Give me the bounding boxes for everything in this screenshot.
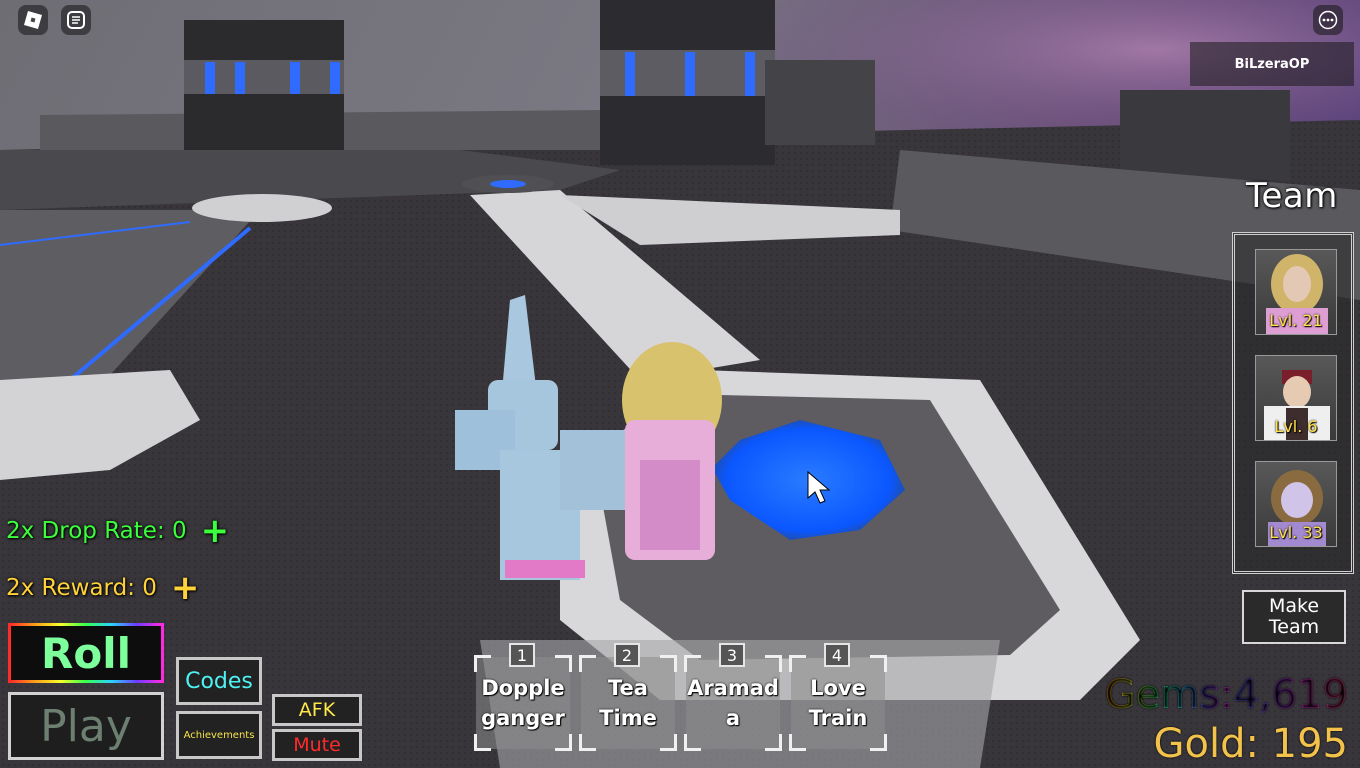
chat-button[interactable] <box>61 5 91 35</box>
reward-boost: 2x Reward: 0 + <box>6 571 200 605</box>
slot-corner <box>765 734 782 751</box>
hotbar-key: 4 <box>824 643 850 667</box>
hotbar-item-name: Aramad a <box>687 676 779 730</box>
roblox-logo-icon <box>24 11 42 29</box>
team-slot-1[interactable]: Lvl. 21 <box>1255 249 1337 335</box>
username-tag: BiLzeraOP <box>1190 42 1354 86</box>
make-team-button[interactable]: Make Team <box>1242 590 1346 644</box>
codes-button[interactable]: Codes <box>176 657 262 705</box>
drop-rate-boost: 2x Drop Rate: 0 + <box>6 514 230 548</box>
hotbar-slot-2[interactable]: 2 Tea Time <box>579 643 677 751</box>
add-drop-rate-button[interactable]: + <box>201 514 230 548</box>
slot-corner <box>555 655 572 672</box>
gold-counter: Gold: 195 <box>1153 721 1348 767</box>
slot-corner <box>684 655 701 672</box>
hotbar-key: 1 <box>509 643 535 667</box>
slot-corner <box>579 734 596 751</box>
slot-corner <box>660 734 677 751</box>
more-options-icon <box>1318 10 1338 30</box>
chat-icon <box>67 11 85 29</box>
slot-corner <box>765 655 782 672</box>
hotbar-key: 2 <box>614 643 640 667</box>
afk-button[interactable]: AFK <box>272 694 362 726</box>
slot-corner <box>474 734 491 751</box>
gems-value: 4,619 <box>1233 672 1348 718</box>
play-button[interactable]: Play <box>8 692 164 760</box>
roll-button[interactable]: Roll <box>8 623 164 683</box>
slot-corner <box>660 655 677 672</box>
team-slot-3[interactable]: Lvl. 33 <box>1255 461 1337 547</box>
team-panel: Lvl. 21 Lvl. 6 Lvl. 33 <box>1232 232 1354 574</box>
unit-level: Lvl. 21 <box>1269 311 1323 330</box>
gems-label: Gems: <box>1104 672 1234 718</box>
hotbar-item-name: Love Train <box>808 676 868 730</box>
hotbar-item-name: Tea Time <box>599 676 657 730</box>
mute-button[interactable]: Mute <box>272 729 362 761</box>
add-reward-button[interactable]: + <box>171 571 200 605</box>
slot-corner <box>579 655 596 672</box>
game-viewport[interactable] <box>0 0 1360 768</box>
hotbar-slot-1[interactable]: 1 Dopple ganger <box>474 643 572 751</box>
hotbar-item-name: Dopple ganger <box>481 676 565 730</box>
slot-corner <box>684 734 701 751</box>
more-options-button[interactable] <box>1313 5 1343 35</box>
hotbar-slot-4[interactable]: 4 Love Train <box>789 643 887 751</box>
slot-corner <box>789 655 806 672</box>
slot-corner <box>789 734 806 751</box>
achievements-button[interactable]: Achievements <box>176 711 262 759</box>
character-player <box>622 342 722 560</box>
unit-level: Lvl. 33 <box>1269 523 1323 542</box>
team-slot-2[interactable]: Lvl. 6 <box>1255 355 1337 441</box>
slot-corner <box>474 655 491 672</box>
roblox-menu-button[interactable] <box>18 5 48 35</box>
drop-rate-label: 2x Drop Rate: 0 <box>6 518 187 544</box>
hotbar-key: 3 <box>719 643 745 667</box>
gems-counter: Gems: 4,619 <box>1105 672 1348 718</box>
hotbar-slot-3[interactable]: 3 Aramad a <box>684 643 782 751</box>
unit-level: Lvl. 6 <box>1274 417 1318 436</box>
reward-label: 2x Reward: 0 <box>6 575 157 601</box>
slot-corner <box>870 655 887 672</box>
slot-corner <box>870 734 887 751</box>
slot-corner <box>555 734 572 751</box>
team-title: Team <box>1246 176 1338 216</box>
